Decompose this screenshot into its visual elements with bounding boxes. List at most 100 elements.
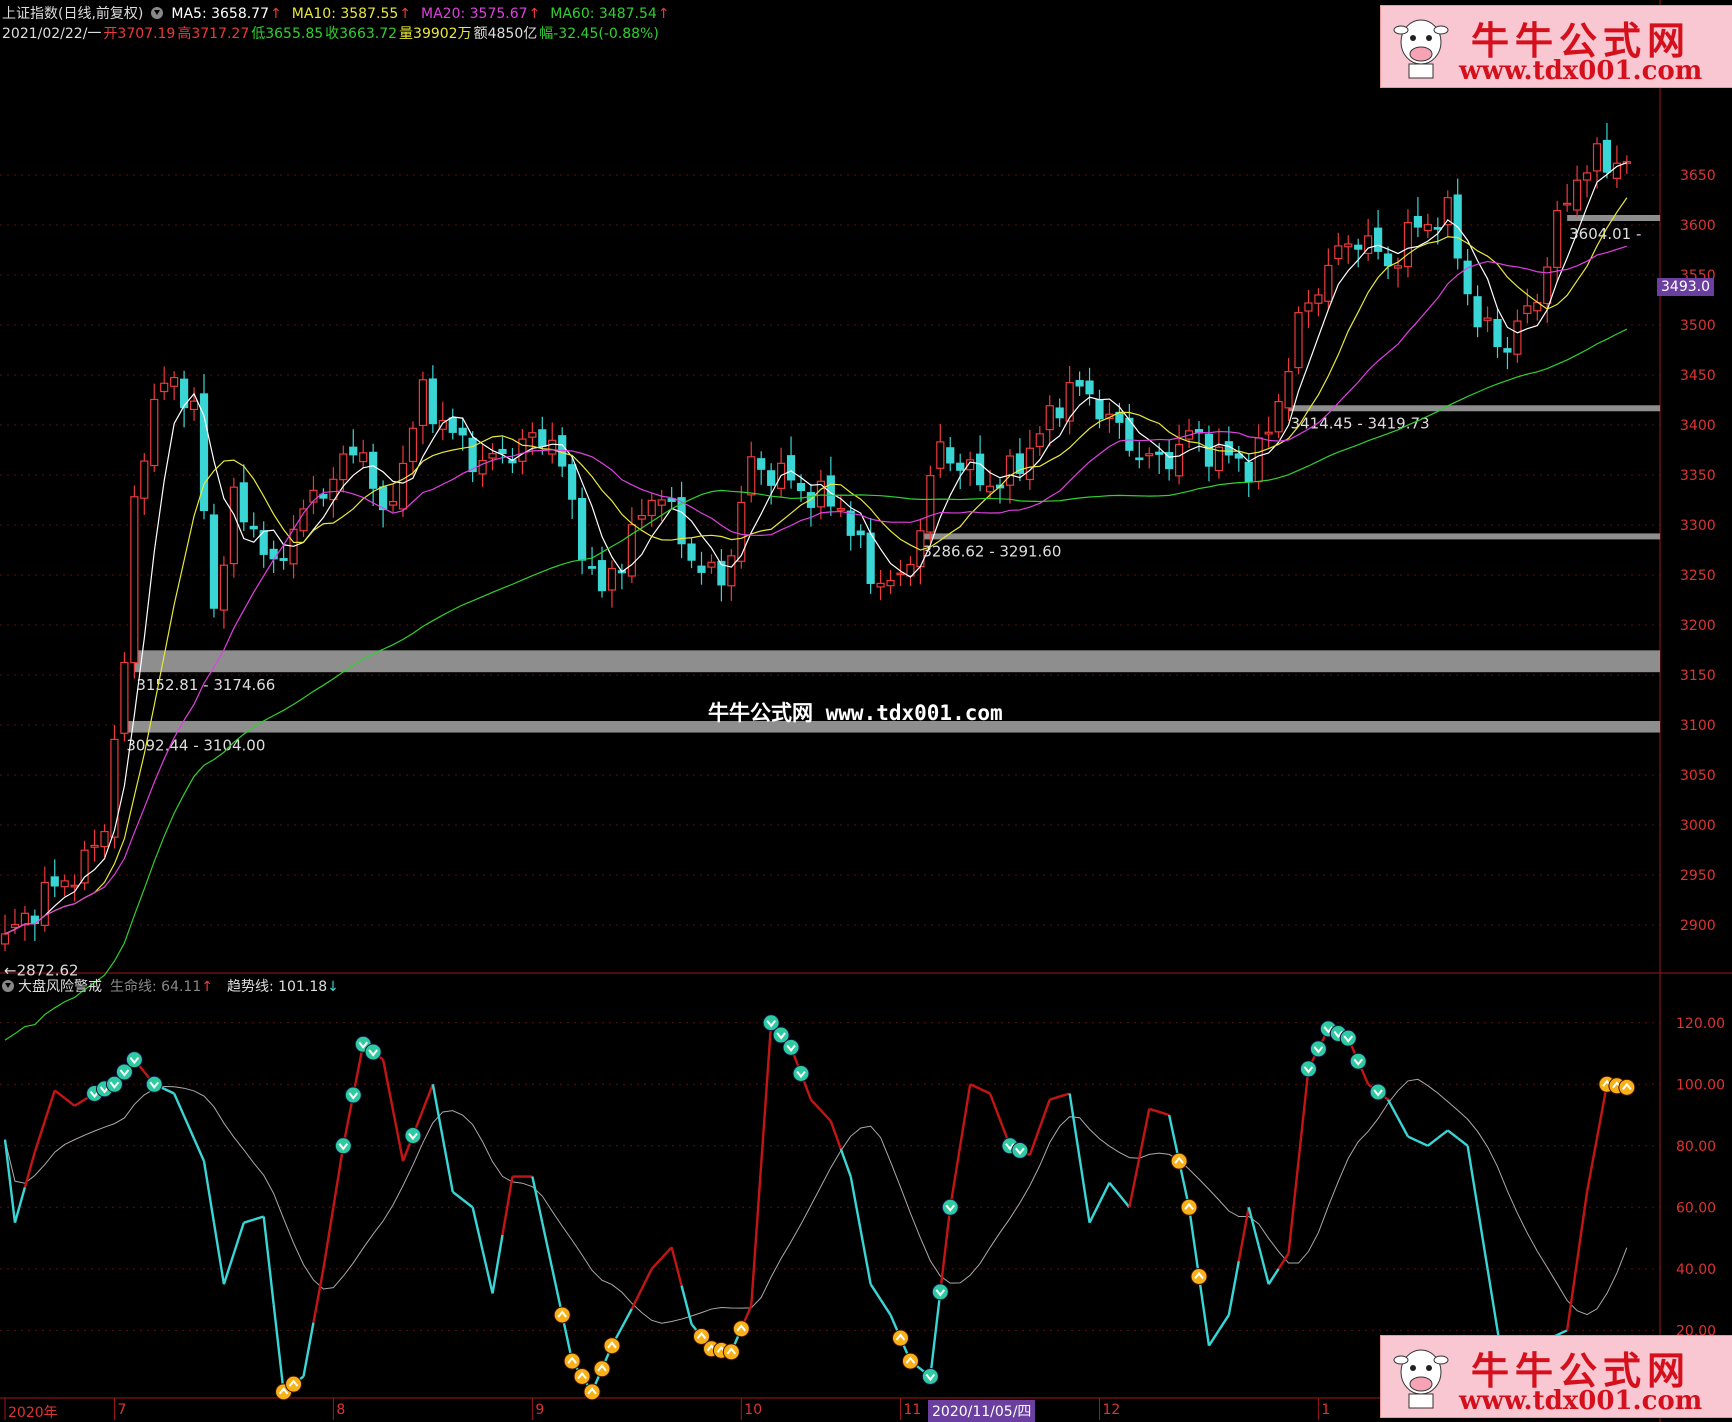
candle-down [1433,227,1442,230]
candle-up [1025,447,1034,481]
candle-down [1413,215,1423,228]
candle-up [1344,243,1353,248]
trend-segment [23,1151,37,1188]
candle-down [1085,380,1094,395]
trend-segment [1247,1207,1260,1247]
buy-signal-icon [285,1375,303,1393]
buy-signal-icon [1180,1198,1198,1216]
trend-segment [1447,1129,1459,1140]
candle-down [1055,407,1064,419]
trend-segment [212,1222,226,1285]
candle-down [1503,348,1512,353]
candle-down [767,470,776,486]
indicator-dropdown-icon[interactable] [2,980,14,992]
trend-segment [839,1148,852,1177]
candle-up [647,499,656,517]
candle-up [1592,143,1602,172]
sell-signal-icon [921,1367,939,1385]
trend-segment [869,1283,882,1301]
trend-segment [1158,1110,1170,1117]
sell-signal-icon [931,1283,949,1301]
candle-up [20,912,29,926]
candle-up [120,661,129,734]
index-name: 上证指数(日线,前复权) [2,6,144,22]
trend-segment [829,1120,842,1150]
candle-down [975,453,985,486]
trend-segment [531,1176,544,1223]
trend-segment [1575,1191,1589,1262]
buy-signal-icon [573,1367,591,1385]
zone-label: 3414.45 - 3419.73 [1291,415,1430,433]
close-value: 收3663.72 [325,26,398,42]
candle-up [1174,443,1184,477]
ma10-line [4,197,1628,935]
candle-up [100,830,109,848]
candle-up [130,496,139,664]
trend-segment [1417,1140,1429,1147]
buy-signal-icon [722,1343,740,1361]
candle-down [866,532,875,584]
candle-down [1204,433,1214,467]
trend-segment [760,1022,773,1165]
amount-value: 额4850亿 [473,26,538,42]
candle-up [926,475,935,533]
candle-up [150,398,159,467]
dropdown-icon[interactable] [151,7,164,19]
trend-segment [1128,1157,1141,1208]
trend-segment [969,1083,981,1090]
trend-segment [1088,1202,1101,1224]
trend-segment [1456,1137,1469,1147]
indicator-name: 大盘风险警戒 [18,979,102,995]
candle-down [1095,399,1104,420]
trend-segment [471,1207,484,1251]
trend-line-arrow: ↓ [327,979,339,995]
sell-signal-icon [1339,1029,1357,1047]
candle-down [1135,457,1144,461]
xaxis-label: 12 [1102,1402,1121,1418]
watermark: 牛牛公式网 www.tdx001.com [708,701,1003,725]
candle-down [369,451,378,489]
trend-segment [1565,1260,1579,1331]
ma5-label: MA5: 3658.77 [171,6,269,22]
support-zone [1288,405,1660,412]
volume-value: 量39902万 [399,26,472,42]
candle-up [1324,264,1333,302]
trend-segment [431,1084,444,1139]
candle-up [189,400,199,411]
trend-segment [1217,1314,1230,1331]
candle-up [229,486,238,565]
candle-up [1264,431,1273,435]
xaxis-label: 9 [535,1402,545,1418]
xaxis-label: 11 [903,1402,922,1418]
logo-url[interactable]: www.tdx001.com [1459,1386,1702,1416]
trend-segment [1476,1207,1489,1270]
buy-signal-icon [593,1360,611,1378]
support-zone [134,650,1661,673]
sell-signal-icon [792,1065,810,1083]
buy-signal-icon [583,1383,601,1401]
candle-up [10,924,20,928]
change-value: 幅-32.45(-0.88%) [539,26,659,42]
ma20-arrow: ↑ [528,6,541,22]
candle-down [50,876,59,887]
candle-down [1244,461,1253,483]
candle-down [796,482,806,492]
candle-up [1513,320,1522,355]
candle-up [1403,222,1413,268]
logo-url[interactable]: www.tdx001.com [1459,56,1702,86]
candle-down [956,462,965,471]
ma10-arrow: ↑ [399,6,411,22]
candle-up [1145,453,1154,457]
logo-top: 牛牛公式网 www.tdx001.com [1380,5,1732,88]
xaxis-label: 7 [117,1402,127,1418]
candle-up [408,427,418,463]
sell-signal-icon [1309,1040,1327,1058]
trend-segment [202,1160,216,1223]
buy-signal-icon [603,1337,621,1355]
candle-up [160,382,169,393]
trend-segment [232,1222,245,1254]
trend-segment [481,1250,494,1294]
candle-down [1463,260,1472,295]
candle-down [498,448,507,455]
candle-up [339,453,348,481]
